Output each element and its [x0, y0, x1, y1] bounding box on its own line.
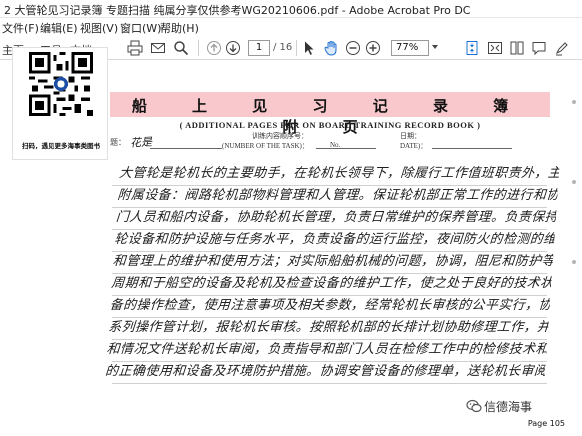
chevron-down-icon[interactable]: [431, 43, 439, 51]
toolbar-separator: [198, 40, 199, 56]
ruled-line: [112, 383, 547, 384]
zoom-out-icon[interactable]: [344, 39, 362, 57]
zoom-level-select[interactable]: 77%: [391, 40, 429, 56]
page-number-input[interactable]: 1: [248, 40, 270, 56]
qr-code-card: 扫码，遇见更多海事类图书: [12, 47, 108, 160]
next-page-icon[interactable]: [224, 39, 242, 57]
window-title: 2 大管轮见习记录簿 专题扫描 纯属分享仅供参考WG20210606.pdf -…: [4, 4, 471, 17]
menu-file[interactable]: 文件(F): [2, 20, 39, 36]
handwritten-signature: 花是: [129, 135, 153, 150]
date-line: [432, 148, 512, 149]
qr-code-icon: [29, 52, 93, 116]
page-total: / 16: [273, 42, 293, 53]
handwriting-line: 附属设备：阀路轮机部物料管理和人管理。保证轮机部正常工作的进行和协调，督促轮机: [116, 188, 559, 203]
page-number: Page 105: [527, 419, 565, 428]
menu-view[interactable]: 视图(V): [80, 20, 118, 36]
handwriting-line: 大管轮是轮机长的主要助手，在轮机长领导下，除履行工作值班职责外，主要负责主机及: [118, 166, 560, 181]
handwriting-line: 备的操作检查，使用注意事项及相关参数，经常轮机长审核的公平实行，协调文件管设备的…: [109, 298, 551, 313]
handwritten-body: 大管轮是轮机长的主要助手，在轮机长领导下，除履行工作值班职责外，主要负责主机及 …: [104, 163, 560, 383]
page-layout-icon[interactable]: [508, 39, 526, 57]
menu-bar: 文件(F) 编辑(E) 视图(V) 窗口(W) 帮助(H): [0, 18, 582, 36]
menu-edit[interactable]: 编辑(E): [40, 20, 78, 36]
title-bar: 2 大管轮见习记录簿 专题扫描 纯属分享仅供参考WG20210606.pdf -…: [0, 0, 582, 18]
search-icon[interactable]: [172, 39, 190, 57]
handwriting-line: 门人员和船内设备，协助轮机长管理，负责日常维护的保养管理。负责保持本轮机部管理，…: [115, 210, 557, 225]
scroll-marker: [572, 260, 576, 264]
page-subtitle: ( ADDITIONAL PAGES FOR ON BOARD TRAINING…: [179, 120, 481, 130]
comment-icon[interactable]: [530, 39, 548, 57]
scroll-marker: [572, 100, 576, 104]
select-cursor-icon[interactable]: [300, 39, 318, 57]
date-label-cn: 日期：: [400, 132, 421, 140]
qr-caption: 扫码，遇见更多海事类图书: [22, 142, 100, 150]
left-mark: 题：: [110, 138, 126, 147]
handwriting-line: 轮设备和防护设施与任务水平，负责设备的运行监控，夜间防火的检测的维护和讨论，负责…: [113, 232, 556, 247]
toolbar-separator: [296, 40, 297, 56]
handwriting-line: 和管理上的维护和使用方法；对实际船舶机械的问题，协调，阻尼和防护等工作，负责船舶…: [112, 254, 554, 269]
menu-window[interactable]: 窗口(W): [120, 20, 161, 36]
handwriting-line: 的正确使用和设备及环境防护措施。协调安管设备的修理单，送轮机长审阅。: [104, 364, 546, 379]
handwriting-line: 系列操作管计划，报轮机长审核。按照轮机部的长排计划协助修理工作，并记录维修数据: [107, 320, 549, 335]
fullscreen-icon[interactable]: [486, 39, 504, 57]
hand-tool-icon[interactable]: [322, 39, 340, 57]
task-label-en: (NUMBER OF THE TASK)：: [222, 142, 309, 150]
wechat-icon: [466, 399, 482, 413]
handwriting-line: 周期和于船空的设备及轮机及检查设备的维护工作，使之处于良好的技术状态，负责船舶的…: [110, 276, 552, 291]
task-number-line: [316, 148, 376, 149]
zoom-in-icon[interactable]: [364, 39, 382, 57]
menu-help[interactable]: 帮助(H): [160, 20, 199, 36]
signature-line: [150, 148, 222, 149]
watermark-text: 信德海事: [484, 400, 533, 414]
highlight-pen-icon[interactable]: [553, 39, 571, 57]
date-label-en: DATE)：: [400, 142, 428, 150]
handwriting-line: 和情况文件送轮机长审阅，负责指导和部门人员在检修工作中的检修技术和工具的使用设备…: [106, 342, 548, 357]
fit-page-icon[interactable]: [463, 39, 481, 57]
page-title: 船 上 见 习 记 录 簿 附 页: [131, 97, 529, 136]
task-label-cn: 训练内容顺序号：: [252, 132, 308, 140]
previous-page-icon[interactable]: [205, 39, 223, 57]
scroll-marker: [572, 180, 576, 184]
email-icon[interactable]: [149, 39, 167, 57]
print-icon[interactable]: [126, 39, 144, 57]
